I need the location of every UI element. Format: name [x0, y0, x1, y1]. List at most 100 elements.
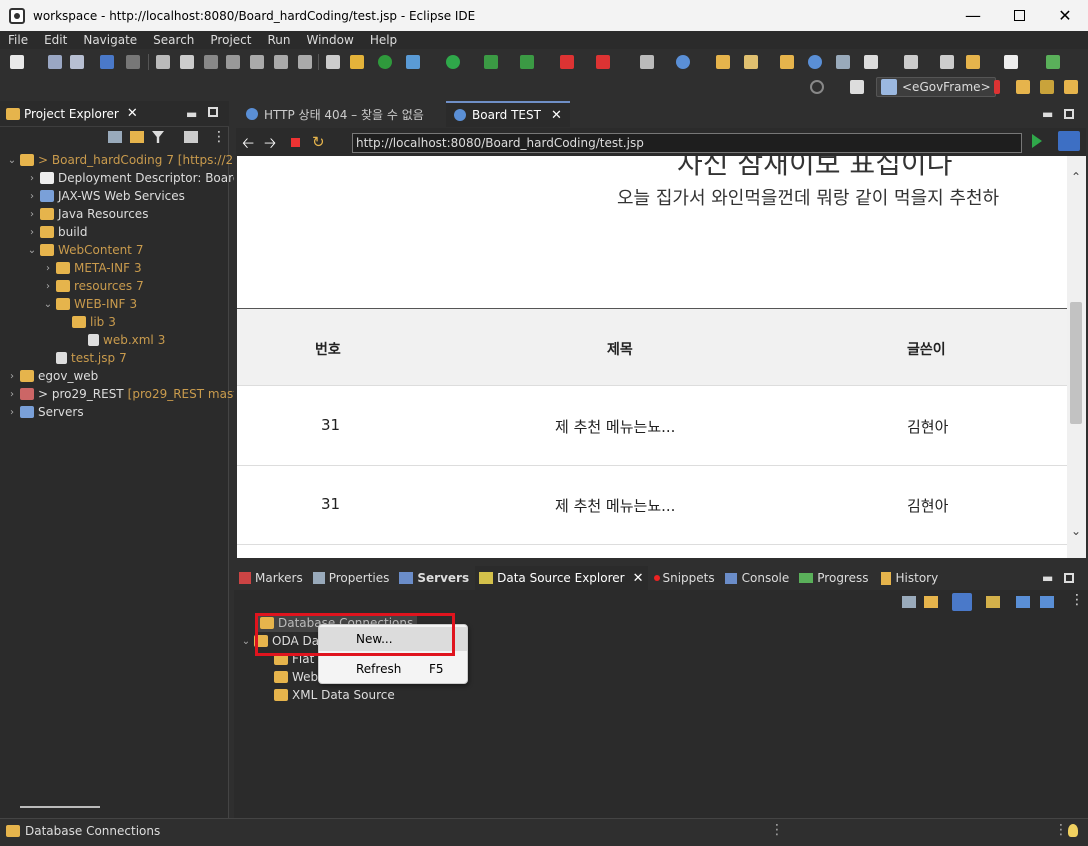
tree-item-deployment-descriptor[interactable]: › Deployment Descriptor: Board_	[26, 169, 246, 187]
perspective-egovframe[interactable]: <eGovFrame>	[876, 77, 996, 97]
refresh-icon[interactable]: ↻	[312, 133, 325, 151]
run-icon[interactable]	[446, 55, 460, 69]
menu-window[interactable]: Window	[298, 33, 361, 47]
tip-lightbulb-icon[interactable]	[1068, 824, 1078, 837]
new-web-service-icon[interactable]	[676, 55, 690, 69]
brush-icon[interactable]	[744, 55, 758, 69]
step-over-icon[interactable]	[274, 55, 288, 69]
cell-title[interactable]: 제 추천 메뉴는뇨...	[555, 416, 675, 437]
tree-item-servers[interactable]: › Servers	[6, 403, 84, 421]
debug-icon[interactable]	[406, 55, 420, 69]
external-tools-icon[interactable]	[520, 55, 534, 69]
debug-perspective-icon[interactable]	[1016, 80, 1030, 94]
tree-item-xml-data-source[interactable]: XML Data Source	[272, 686, 395, 704]
open-type-icon[interactable]	[716, 55, 730, 69]
scroll-up-icon[interactable]: ⌃	[1071, 170, 1081, 184]
project-explorer-tab[interactable]: Project Explorer ✕ ▬	[0, 101, 229, 127]
table-row[interactable]: 31 제 추천 메뉴는뇨... 김현아	[237, 387, 1067, 466]
context-menu-refresh[interactable]: Refresh F5	[319, 657, 467, 681]
view-menu-icon[interactable]: ⋮	[1070, 592, 1084, 608]
close-icon[interactable]: ✕	[551, 108, 562, 123]
scroll-down-icon[interactable]: ⌄	[1071, 524, 1081, 538]
maximize-icon[interactable]	[208, 107, 218, 117]
save-icon[interactable]	[48, 55, 62, 69]
tab-markers[interactable]: Markers	[239, 571, 303, 585]
use-step-filters-icon[interactable]	[326, 55, 340, 69]
tab-properties[interactable]: Properties	[312, 571, 389, 585]
skip-breakpoints-icon[interactable]	[126, 55, 140, 69]
tab-http-404[interactable]: HTTP 상태 404 – 찾을 수 없음	[238, 101, 432, 127]
collapse-all-icon[interactable]	[108, 131, 122, 143]
forward-arrow-icon[interactable]: 🡢	[264, 133, 276, 158]
tree-item-egov-web[interactable]: › egov_web	[6, 367, 98, 385]
tab-board-test[interactable]: Board TEST ✕	[446, 101, 570, 127]
open-perspective-icon[interactable]	[850, 80, 864, 94]
tree-item-resources[interactable]: › resources 7	[42, 277, 144, 295]
svn-perspective-icon[interactable]	[1040, 80, 1054, 94]
menu-navigate[interactable]: Navigate	[75, 33, 145, 47]
view-menu-icon[interactable]: ⋮	[212, 129, 226, 145]
minimize-button[interactable]: —	[950, 0, 996, 31]
menu-run[interactable]: Run	[259, 33, 298, 47]
new-server-icon[interactable]	[640, 55, 654, 69]
collapse-all-icon[interactable]	[902, 596, 916, 608]
link-with-editor-icon[interactable]	[924, 596, 938, 608]
tab-console[interactable]: Console	[724, 571, 789, 585]
tree-item-web-services[interactable]: Web	[272, 668, 318, 686]
step-into-icon[interactable]	[250, 55, 264, 69]
cell-title[interactable]: 제 추천 메뉴는뇨...	[555, 495, 675, 516]
menu-file[interactable]: File	[0, 33, 36, 47]
close-icon[interactable]: ✕	[633, 571, 644, 586]
menu-search[interactable]: Search	[145, 33, 202, 47]
go-icon[interactable]	[1032, 134, 1042, 148]
connect-icon[interactable]	[986, 596, 1000, 608]
scrollbar-thumb[interactable]	[1070, 302, 1082, 424]
open-perspective-icon[interactable]	[1046, 55, 1060, 69]
java-ee-perspective-icon[interactable]	[994, 80, 1000, 94]
close-window-button[interactable]: ✕	[1042, 0, 1088, 31]
tree-item-java-resources[interactable]: › Java Resources	[26, 205, 148, 223]
tree-item-lib[interactable]: lib 3	[70, 313, 116, 331]
new-connection-profile-icon[interactable]	[952, 593, 972, 611]
maximize-icon[interactable]	[1064, 573, 1074, 583]
filter-icon[interactable]	[152, 131, 164, 143]
maximize-button[interactable]	[996, 0, 1042, 31]
import-icon[interactable]	[1016, 596, 1030, 608]
coverage-icon[interactable]	[484, 55, 498, 69]
tree-item-test-jsp[interactable]: test.jsp 7	[54, 349, 127, 367]
stop-icon[interactable]	[291, 138, 300, 147]
close-icon[interactable]: ✕	[127, 106, 138, 121]
export-icon[interactable]	[1040, 596, 1054, 608]
save-all-icon[interactable]	[70, 55, 84, 69]
tab-data-source-explorer[interactable]: Data Source Explorer ✕	[475, 566, 648, 590]
suspend-icon[interactable]	[180, 55, 194, 69]
maximize-icon[interactable]	[1064, 109, 1074, 119]
minimize-icon[interactable]: ▬	[1042, 571, 1053, 585]
menu-edit[interactable]: Edit	[36, 33, 75, 47]
forward-icon[interactable]	[1004, 55, 1018, 69]
tab-snippets[interactable]: Snippets	[653, 571, 715, 585]
back-icon[interactable]	[966, 55, 980, 69]
step-return-icon[interactable]	[298, 55, 312, 69]
link-with-editor-icon[interactable]	[130, 131, 144, 143]
search-icon[interactable]	[836, 55, 850, 69]
table-row[interactable]: 31 제 추천 메뉴는뇨... 김현아	[237, 466, 1067, 545]
resume-icon[interactable]	[156, 55, 170, 69]
menu-project[interactable]: Project	[202, 33, 259, 47]
tree-item-build[interactable]: › build	[26, 223, 88, 241]
tree-item-webcontent[interactable]: ⌄ WebContent 7	[26, 241, 144, 259]
search-icon[interactable]	[810, 80, 824, 94]
page-vertical-scrollbar[interactable]: ⌃ ⌄	[1067, 156, 1086, 558]
menu-help[interactable]: Help	[362, 33, 405, 47]
focus-on-task-icon[interactable]	[184, 131, 198, 143]
tab-progress[interactable]: Progress	[799, 571, 869, 585]
tree-item-web-inf[interactable]: ⌄ WEB-INF 3	[42, 295, 137, 313]
stop-icon[interactable]	[560, 55, 574, 69]
tree-item-pro29-rest[interactable]: › > pro29_REST [pro29_REST maste	[6, 385, 245, 403]
open-external-browser-icon[interactable]	[1058, 131, 1080, 151]
horizontal-scrollbar[interactable]	[20, 806, 100, 808]
profile-icon[interactable]	[596, 55, 610, 69]
tree-item-web-xml[interactable]: web.xml 3	[86, 331, 165, 349]
new-icon[interactable]	[10, 55, 24, 69]
url-input[interactable]: http://localhost:8080/Board_hardCoding/t…	[352, 133, 1022, 153]
